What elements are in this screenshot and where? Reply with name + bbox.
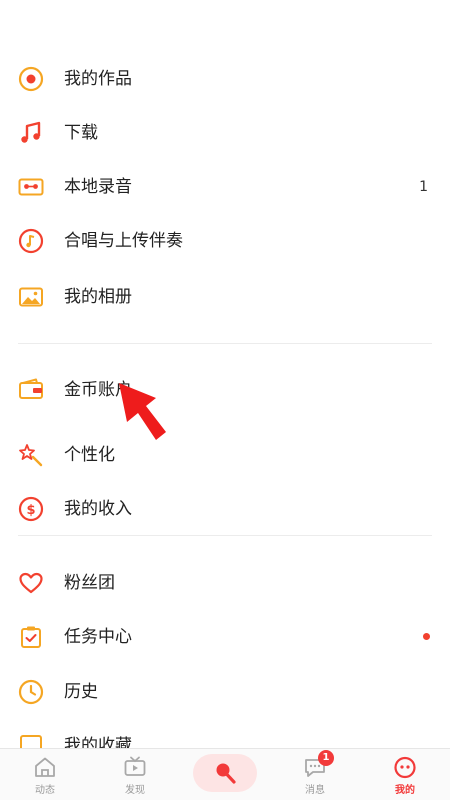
heart-icon [19,572,43,594]
menu-item-label: 粉丝团 [64,573,115,593]
message-count-badge: 1 [318,750,334,766]
wallet-icon [19,378,43,399]
tab-discover[interactable]: 发现 [90,749,180,800]
menu-item-download[interactable]: 下载 [0,111,450,155]
menu-item-label: 我的收藏 [64,736,132,748]
profile-menu-list: 我的作品 下载 本地录音 1 合唱与上传伴奏 我的相册 金币账户 个性化 $ 我… [0,0,450,748]
music-note-icon [21,121,41,143]
clipboard-icon [21,626,41,648]
svg-text:$: $ [26,503,35,518]
tab-label: 我的 [395,785,415,796]
tab-me[interactable]: 我的 [360,749,450,800]
menu-item-label: 我的相册 [64,287,132,307]
tab-label: 发现 [125,785,145,796]
menu-item-label: 本地录音 [64,177,132,197]
menu-item-label: 任务中心 [64,627,132,647]
menu-item-local-recording[interactable]: 本地录音 1 [0,165,450,209]
magic-wand-icon [19,444,43,467]
profile-face-icon [394,756,416,779]
clock-icon [18,679,44,705]
menu-item-task-center[interactable]: 任务中心 [0,615,450,659]
section-divider [18,343,432,344]
star-box-icon [20,735,42,748]
menu-item-label: 我的作品 [64,69,132,89]
tab-feed[interactable]: 动态 [0,749,90,800]
tab-messages[interactable]: 1 消息 [270,749,360,800]
music-disc-icon [18,228,44,254]
menu-item-my-income[interactable]: $ 我的收入 [0,487,450,531]
menu-item-coin-account[interactable]: 金币账户 [0,368,450,412]
menu-item-chorus-upload[interactable]: 合唱与上传伴奏 [0,219,450,263]
menu-item-label: 合唱与上传伴奏 [64,231,183,251]
home-icon [35,757,55,777]
red-pointer-arrow [119,383,166,440]
menu-item-my-works[interactable]: 我的作品 [0,57,450,101]
record-button[interactable] [193,754,257,792]
tab-label: 动态 [35,785,55,796]
menu-item-label: 历史 [64,682,98,702]
menu-item-personalize[interactable]: 个性化 [0,433,450,477]
menu-item-label: 个性化 [64,445,115,465]
menu-item-history[interactable]: 历史 [0,670,450,714]
section-divider [18,535,432,536]
menu-item-label: 我的收入 [64,499,132,519]
tv-icon [124,756,146,776]
cassette-tape-icon [18,178,44,196]
menu-item-fan-club[interactable]: 粉丝团 [0,561,450,605]
menu-item-my-favorites[interactable]: 我的收藏 [0,724,450,748]
tab-record[interactable] [180,749,270,800]
menu-item-label: 下载 [64,123,98,143]
dollar-coin-icon: $ [18,496,44,522]
notification-dot [423,633,430,640]
microphone-icon [216,763,236,784]
recording-count: 1 [419,179,428,195]
menu-item-my-album[interactable]: 我的相册 [0,275,450,319]
photo-album-icon [19,287,43,307]
bottom-tab-bar: 动态 发现 1 消息 我的 [0,748,450,800]
tab-label: 消息 [305,785,325,796]
vinyl-record-icon [18,66,44,92]
